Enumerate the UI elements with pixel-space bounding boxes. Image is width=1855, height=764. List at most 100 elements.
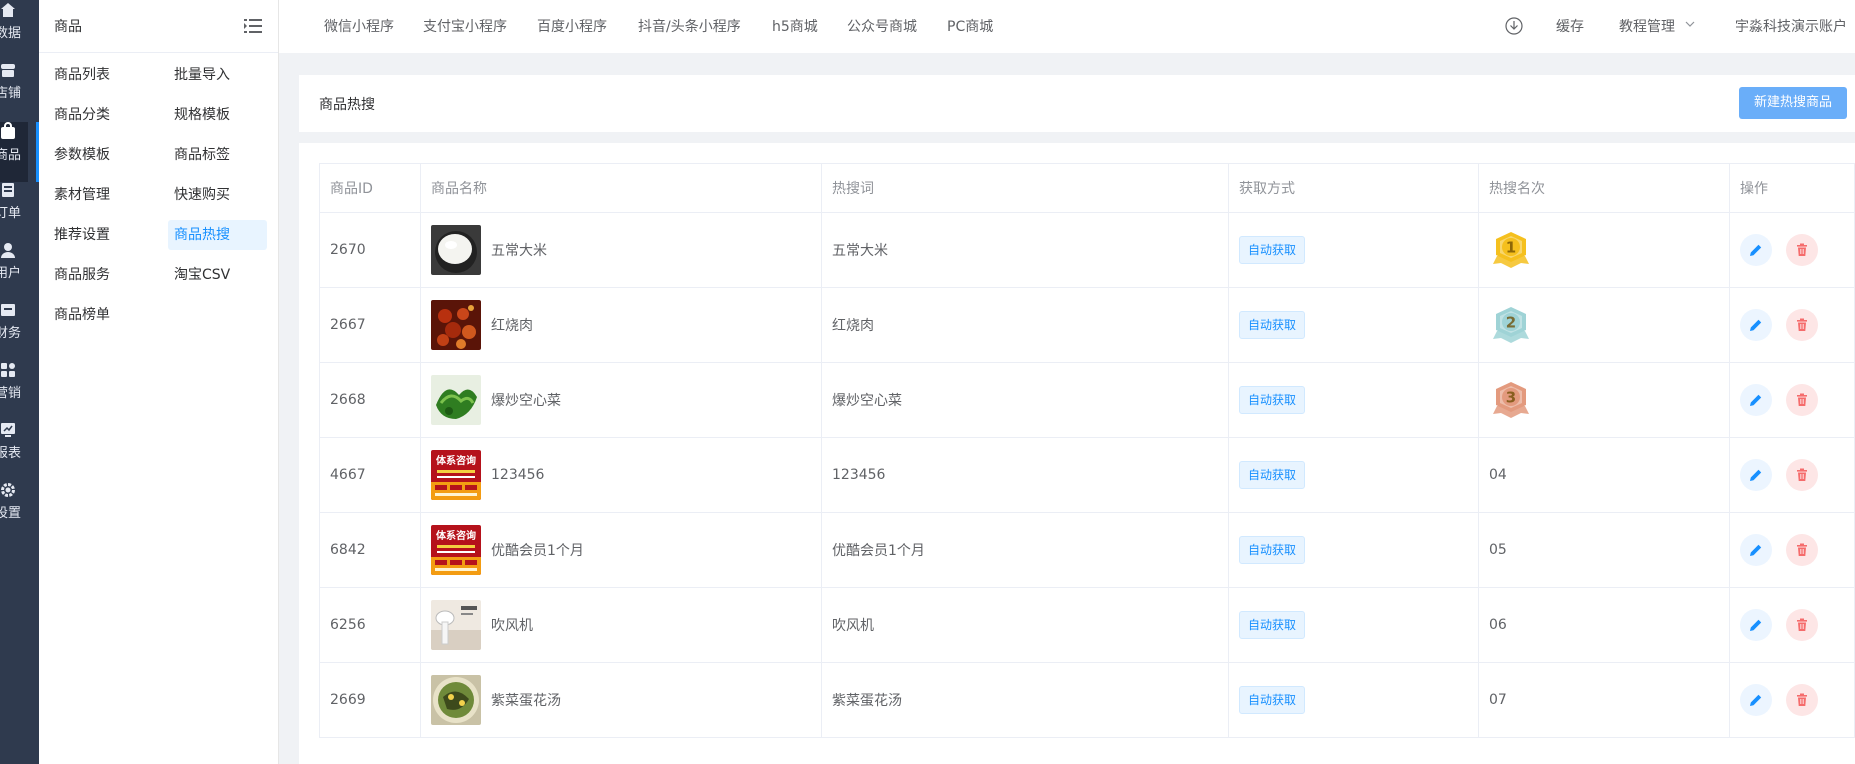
trash-icon bbox=[1797, 318, 1807, 331]
tab-douyin-miniapp[interactable]: 抖音/头条小程序 bbox=[638, 16, 741, 36]
menu-item-recommend[interactable]: 推荐设置 bbox=[48, 220, 116, 250]
menu-item-product-list[interactable]: 商品列表 bbox=[48, 60, 116, 90]
pencil-icon bbox=[1750, 619, 1762, 631]
hot-search-table: 商品ID 商品名称 热搜词 获取方式 热搜名次 操作 2670 五常大米 五常大… bbox=[319, 163, 1855, 738]
rail-item-finance[interactable]: 财务 bbox=[0, 302, 28, 362]
collapse-menu-icon[interactable] bbox=[244, 18, 262, 34]
tutorial-menu[interactable]: 教程管理 bbox=[1619, 16, 1675, 36]
rail-item-label: 店铺 bbox=[0, 86, 21, 101]
cell-name: 五常大米 bbox=[420, 212, 822, 288]
cell-id: 6842 bbox=[319, 512, 421, 588]
cell-name: 爆炒空心菜 bbox=[420, 362, 822, 438]
delete-button[interactable] bbox=[1786, 534, 1818, 566]
delete-button[interactable] bbox=[1786, 459, 1818, 491]
edit-button[interactable] bbox=[1740, 684, 1772, 716]
table-row: 2667 红烧肉 红烧肉 自动获取 2 bbox=[319, 287, 1855, 363]
cell-method: 自动获取 bbox=[1228, 362, 1479, 438]
cell-name: 体系咨询 123456 bbox=[420, 437, 822, 513]
menu-item-quick-buy[interactable]: 快速购买 bbox=[168, 180, 236, 210]
secondary-menu: 商品 商品列表 批量导入 商品分类 规格模板 参数模板 商品标签 素材管理 快速… bbox=[39, 0, 279, 764]
apps-icon bbox=[1, 363, 15, 377]
cell-method: 自动获取 bbox=[1228, 287, 1479, 363]
rail-item-marketing[interactable]: 营销 bbox=[0, 362, 28, 422]
rail-item-report[interactable]: 报表 bbox=[0, 422, 28, 482]
menu-item-ranking[interactable]: 商品榜单 bbox=[48, 300, 116, 330]
table-row: 2668 爆炒空心菜 爆炒空心菜 自动获取 3 bbox=[319, 362, 1855, 438]
pencil-icon bbox=[1750, 394, 1762, 406]
product-thumbnail bbox=[431, 300, 481, 350]
rank-number: 05 bbox=[1489, 542, 1507, 558]
menu-item-param-template[interactable]: 参数模板 bbox=[48, 140, 116, 170]
new-hot-search-button[interactable]: 新建热搜商品 bbox=[1738, 87, 1847, 119]
edit-button[interactable] bbox=[1740, 609, 1772, 641]
cell-actions bbox=[1729, 662, 1855, 738]
tab-official-account-mall[interactable]: 公众号商城 bbox=[847, 16, 917, 36]
pencil-icon bbox=[1750, 319, 1762, 331]
rail-item-label: 订单 bbox=[0, 206, 21, 221]
rail-item-user[interactable]: 用户 bbox=[0, 242, 28, 302]
pencil-icon bbox=[1750, 544, 1762, 556]
user-icon bbox=[1, 243, 15, 258]
rail-item-order[interactable]: 订单 bbox=[0, 182, 28, 242]
menu-item-product-tag[interactable]: 商品标签 bbox=[168, 140, 236, 170]
cache-button[interactable]: 缓存 bbox=[1556, 16, 1584, 36]
product-thumbnail bbox=[431, 675, 481, 725]
delete-button[interactable] bbox=[1786, 684, 1818, 716]
product-name: 优酷会员1个月 bbox=[491, 543, 584, 559]
tab-h5-mall[interactable]: h5商城 bbox=[772, 16, 818, 36]
delete-button[interactable] bbox=[1786, 609, 1818, 641]
gear-icon bbox=[1, 483, 15, 497]
order-icon bbox=[2, 183, 14, 197]
product-name: 紫菜蛋花汤 bbox=[491, 693, 561, 709]
cell-keyword: 爆炒空心菜 bbox=[821, 362, 1229, 438]
cell-rank: 06 bbox=[1478, 587, 1730, 663]
edit-button[interactable] bbox=[1740, 459, 1772, 491]
rail-item-shop[interactable]: 店铺 bbox=[0, 62, 28, 122]
edit-button[interactable] bbox=[1740, 384, 1772, 416]
cell-name: 吹风机 bbox=[420, 587, 822, 663]
rank-medal-icon: 1 bbox=[1489, 230, 1719, 270]
menu-item-spec-template[interactable]: 规格模板 bbox=[168, 100, 236, 130]
menu-item-hot-search[interactable]: 商品热搜 bbox=[168, 220, 267, 250]
menu-item-service[interactable]: 商品服务 bbox=[48, 260, 116, 290]
edit-button[interactable] bbox=[1740, 534, 1772, 566]
menu-item-material[interactable]: 素材管理 bbox=[48, 180, 116, 210]
cell-rank: 04 bbox=[1478, 437, 1730, 513]
col-header-keyword: 热搜词 bbox=[821, 163, 1229, 213]
table-row: 2670 五常大米 五常大米 自动获取 1 bbox=[319, 212, 1855, 288]
product-thumbnail: 体系咨询 bbox=[431, 525, 481, 575]
rail-item-goods[interactable]: 商品 bbox=[0, 122, 39, 182]
trash-icon bbox=[1797, 393, 1807, 406]
trash-icon bbox=[1797, 693, 1807, 706]
tab-pc-mall[interactable]: PC商城 bbox=[947, 16, 993, 36]
menu-item-taobao-csv[interactable]: 淘宝CSV bbox=[168, 260, 236, 290]
cell-name: 红烧肉 bbox=[420, 287, 822, 363]
cell-keyword: 吹风机 bbox=[821, 587, 1229, 663]
edit-button[interactable] bbox=[1740, 309, 1772, 341]
finance-icon bbox=[1, 304, 15, 316]
chevron-down-icon[interactable] bbox=[1685, 20, 1695, 28]
home-icon bbox=[1, 3, 15, 17]
edit-button[interactable] bbox=[1740, 234, 1772, 266]
tab-baidu-miniapp[interactable]: 百度小程序 bbox=[537, 16, 607, 36]
tab-wechat-miniapp[interactable]: 微信小程序 bbox=[324, 16, 394, 36]
delete-button[interactable] bbox=[1786, 309, 1818, 341]
menu-item-bulk-import[interactable]: 批量导入 bbox=[168, 60, 236, 90]
account-name[interactable]: 宇淼科技演示账户 bbox=[1735, 16, 1847, 36]
rail-item-settings[interactable]: 设置 bbox=[0, 482, 28, 542]
cell-actions bbox=[1729, 287, 1855, 363]
delete-button[interactable] bbox=[1786, 384, 1818, 416]
rail-item-data[interactable]: 数据 bbox=[0, 2, 28, 62]
cell-actions bbox=[1729, 437, 1855, 513]
tab-alipay-miniapp[interactable]: 支付宝小程序 bbox=[423, 16, 507, 36]
table-row: 6842 体系咨询 优酷会员1个月 优酷会员1个月 自动获取 05 bbox=[319, 512, 1855, 588]
menu-item-category[interactable]: 商品分类 bbox=[48, 100, 116, 130]
delete-button[interactable] bbox=[1786, 234, 1818, 266]
cell-rank: 05 bbox=[1478, 512, 1730, 588]
product-thumbnail bbox=[431, 225, 481, 275]
cell-id: 2668 bbox=[319, 362, 421, 438]
pencil-icon bbox=[1750, 694, 1762, 706]
method-tag: 自动获取 bbox=[1239, 686, 1306, 714]
download-icon[interactable] bbox=[1505, 17, 1523, 35]
method-tag: 自动获取 bbox=[1239, 236, 1306, 264]
